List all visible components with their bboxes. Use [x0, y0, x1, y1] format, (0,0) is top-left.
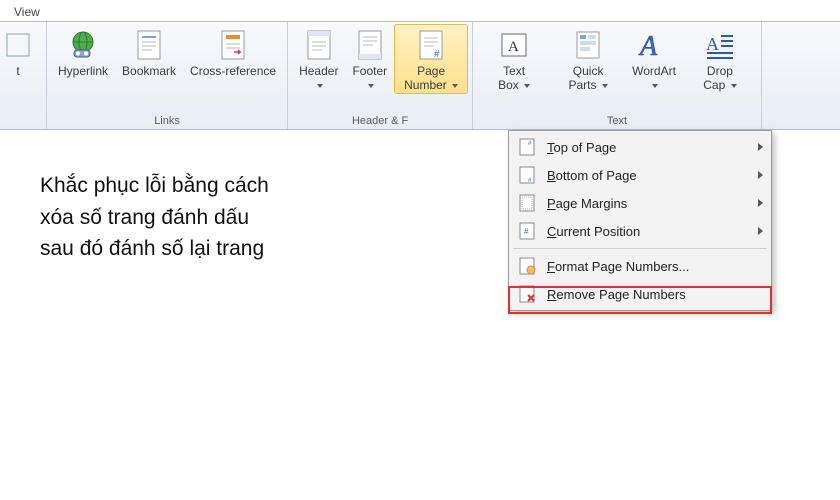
- caption-line: Khắc phục lỗi bằng cách: [40, 170, 360, 202]
- submenu-arrow-icon: [758, 171, 763, 179]
- square-icon: [1, 28, 35, 62]
- chevron-down-icon: [652, 84, 658, 88]
- quick-parts-icon: [571, 28, 605, 62]
- cross-reference-icon: [216, 28, 250, 62]
- text-box-icon: A: [497, 28, 531, 62]
- caption-text: Khắc phục lỗi bằng cách xóa số trang đán…: [40, 170, 360, 265]
- group-text: A Text Box Quick Parts A WordArt A: [472, 22, 762, 129]
- globe-link-icon: [66, 28, 100, 62]
- chevron-down-icon: [452, 84, 458, 88]
- submenu-arrow-icon: [758, 199, 763, 207]
- menu-separator: [513, 248, 767, 249]
- menu-remove-page-numbers[interactable]: Remove Page Numbers: [511, 280, 769, 308]
- crossref-label: Cross-reference: [190, 65, 276, 79]
- header-icon: [302, 28, 336, 62]
- truncated-button[interactable]: t: [0, 24, 42, 80]
- menu-label: Current Position: [547, 224, 640, 239]
- submenu-arrow-icon: [758, 227, 763, 235]
- caption-line: sau đó đánh số lại trang: [40, 233, 360, 265]
- chevron-down-icon: [524, 84, 530, 88]
- submenu-arrow-icon: [758, 143, 763, 151]
- page-number-icon: #: [414, 28, 448, 62]
- hyperlink-button[interactable]: Hyperlink: [51, 24, 115, 80]
- svg-text:A: A: [638, 31, 658, 62]
- menu-page-margins[interactable]: Page Margins: [511, 189, 769, 217]
- header-button[interactable]: Header: [292, 24, 345, 94]
- caption-line: xóa số trang đánh dấu: [40, 202, 360, 234]
- page-number-menu: # Top of Page # Bottom of Page Page Marg…: [508, 130, 772, 311]
- svg-text:#: #: [434, 49, 440, 60]
- wordart-button[interactable]: A WordArt: [625, 24, 683, 94]
- drop-cap-button[interactable]: A Drop Cap: [683, 24, 757, 94]
- remove-numbers-icon: [517, 284, 537, 304]
- links-group-label: Links: [51, 114, 283, 129]
- tab-strip: View: [0, 0, 840, 22]
- quick-parts-label: Quick Parts: [558, 65, 618, 93]
- menu-label: Format Page Numbers...: [547, 259, 689, 274]
- chevron-down-icon: [317, 84, 323, 88]
- page-margins-icon: [517, 193, 537, 213]
- menu-label: Top of Page: [547, 140, 616, 155]
- cross-reference-button[interactable]: Cross-reference: [183, 24, 283, 80]
- truncated-label: t: [16, 65, 19, 79]
- current-position-icon: #: [517, 221, 537, 241]
- menu-current-position[interactable]: # Current Position: [511, 217, 769, 245]
- group-header-footer: Header Footer: [288, 22, 472, 129]
- footer-label: Footer: [352, 65, 387, 93]
- tab-view[interactable]: View: [4, 3, 50, 21]
- menu-label: Page Margins: [547, 196, 627, 211]
- footer-icon: [353, 28, 387, 62]
- header-label: Header: [299, 65, 338, 93]
- page-top-icon: #: [517, 137, 537, 157]
- chevron-down-icon: [731, 84, 737, 88]
- menu-format-page-numbers[interactable]: Format Page Numbers...: [511, 252, 769, 280]
- menu-label: Bottom of Page: [547, 168, 637, 183]
- menu-label: Remove Page Numbers: [547, 287, 686, 302]
- chevron-down-icon: [602, 84, 608, 88]
- hf-group-label: Header & F: [292, 114, 468, 129]
- chevron-down-icon: [368, 84, 374, 88]
- quick-parts-button[interactable]: Quick Parts: [551, 24, 625, 94]
- group-links: Hyperlink Bookmark: [47, 22, 288, 129]
- page-number-button[interactable]: # Page Number: [394, 24, 468, 94]
- drop-cap-label: Drop Cap: [690, 65, 750, 93]
- text-group-label: Text: [477, 114, 757, 129]
- ribbon: t Hyperlink: [0, 22, 840, 130]
- bookmark-button[interactable]: Bookmark: [115, 24, 183, 80]
- footer-button[interactable]: Footer: [345, 24, 394, 94]
- hyperlink-label: Hyperlink: [58, 65, 108, 79]
- page-bottom-icon: #: [517, 165, 537, 185]
- bookmark-icon: [132, 28, 166, 62]
- text-box-button[interactable]: A Text Box: [477, 24, 551, 94]
- menu-bottom-of-page[interactable]: # Bottom of Page: [511, 161, 769, 189]
- bookmark-label: Bookmark: [122, 65, 176, 79]
- svg-text:A: A: [706, 34, 719, 54]
- wordart-icon: A: [637, 28, 671, 62]
- page-number-label: Page Number: [401, 65, 461, 93]
- svg-text:#: #: [524, 227, 529, 236]
- wordart-label: WordArt: [632, 65, 676, 93]
- text-box-label: Text Box: [484, 65, 544, 93]
- menu-top-of-page[interactable]: # Top of Page: [511, 133, 769, 161]
- svg-text:A: A: [508, 39, 519, 55]
- format-numbers-icon: [517, 256, 537, 276]
- drop-cap-icon: A: [703, 28, 737, 62]
